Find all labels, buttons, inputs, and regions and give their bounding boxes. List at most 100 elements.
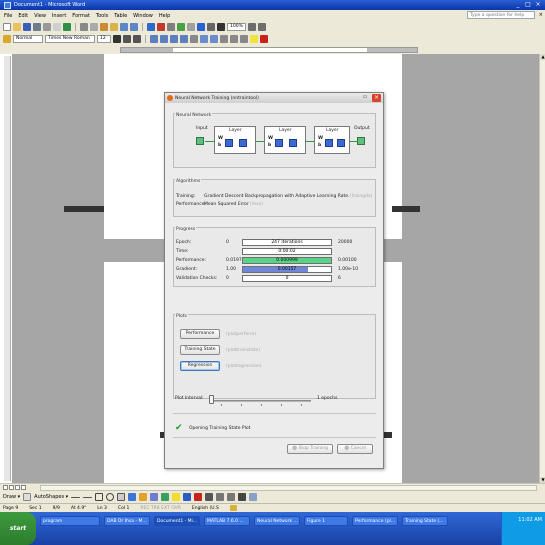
new-document-icon[interactable]: [3, 23, 11, 31]
web-view-icon[interactable]: [9, 485, 14, 490]
font-select[interactable]: Times New Roman: [45, 35, 95, 43]
menu-format[interactable]: Format: [72, 13, 90, 19]
format-painter-icon[interactable]: [110, 23, 118, 31]
outline-view-icon[interactable]: [21, 485, 26, 490]
zoom-select[interactable]: 100%: [227, 23, 246, 31]
decrease-indent-icon[interactable]: [220, 35, 228, 43]
hyperlink-icon[interactable]: [147, 23, 155, 31]
scroll-up-icon[interactable]: ▲: [540, 54, 545, 60]
start-button[interactable]: start: [0, 512, 36, 545]
menu-view[interactable]: View: [34, 13, 46, 19]
taskbar-item[interactable]: Training State (...: [402, 516, 448, 526]
save-icon[interactable]: [23, 23, 31, 31]
menu-window[interactable]: Window: [133, 13, 153, 19]
permission-icon[interactable]: [33, 23, 41, 31]
vertical-scrollbar[interactable]: ▲ ▼: [539, 54, 545, 483]
picture-icon[interactable]: [161, 493, 170, 501]
increase-indent-icon[interactable]: [230, 35, 238, 43]
oval-icon[interactable]: [106, 493, 115, 501]
clock[interactable]: 11:02 AM: [518, 517, 542, 523]
taskbar-item[interactable]: MATLAB 7.6.0 ...: [204, 516, 250, 526]
cancel-button[interactable]: ⬤ Cancel: [337, 444, 373, 454]
justify-icon[interactable]: [180, 35, 188, 43]
print-preview-icon[interactable]: [53, 23, 61, 31]
read-icon[interactable]: [257, 23, 266, 31]
3d-icon[interactable]: [249, 493, 258, 501]
open-folder-icon[interactable]: [13, 23, 21, 31]
dash-style-icon[interactable]: [216, 493, 225, 501]
text-box-icon[interactable]: [117, 493, 126, 501]
autoshapes-menu[interactable]: AutoShapes ▾: [34, 494, 68, 500]
font-color-icon[interactable]: [260, 35, 268, 43]
plot-interval-slider-thumb[interactable]: [209, 395, 214, 404]
select-objects-icon[interactable]: [23, 493, 32, 501]
print-view-icon[interactable]: [15, 485, 20, 490]
menu-tools[interactable]: Tools: [96, 13, 108, 19]
align-center-icon[interactable]: [160, 35, 168, 43]
paste-icon[interactable]: [100, 23, 108, 31]
training-state-plot-button[interactable]: Training State: [180, 345, 220, 355]
clip-art-icon[interactable]: [150, 493, 159, 501]
horizontal-ruler[interactable]: [120, 47, 418, 53]
document-map-icon[interactable]: [207, 23, 215, 31]
performance-fn[interactable]: (mse): [250, 202, 263, 207]
performance-plot-button[interactable]: Performance: [180, 329, 220, 339]
line-color-icon[interactable]: [183, 493, 192, 501]
taskbar-item[interactable]: DAB Dr Ihsa - M...: [104, 516, 150, 526]
plot-interval-slider[interactable]: [211, 400, 311, 402]
dialog-minimize-icon[interactable]: ▭: [361, 95, 369, 101]
diagram-icon[interactable]: [139, 493, 148, 501]
bullets-icon[interactable]: [210, 35, 218, 43]
style-select[interactable]: Normal: [13, 35, 43, 43]
line-spacing-icon[interactable]: [190, 35, 198, 43]
draw-font-color-icon[interactable]: [194, 493, 203, 501]
menu-file[interactable]: File: [4, 13, 12, 19]
underline-icon[interactable]: [133, 35, 141, 43]
font-size-select[interactable]: 12: [97, 35, 111, 43]
stop-training-button[interactable]: ⬤ Stop Training: [287, 444, 333, 454]
spelling-icon[interactable]: [63, 23, 71, 31]
help-search-input[interactable]: Type a question for help: [467, 11, 535, 19]
wordart-icon[interactable]: [128, 493, 137, 501]
menu-edit[interactable]: Edit: [18, 13, 28, 19]
taskbar-item[interactable]: Performance (pl...: [352, 516, 398, 526]
menu-table[interactable]: Table: [114, 13, 127, 19]
numbering-icon[interactable]: [200, 35, 208, 43]
insert-table-icon[interactable]: [167, 23, 175, 31]
line-icon[interactable]: [71, 496, 81, 498]
training-fn[interactable]: (traingdx): [350, 194, 372, 199]
dialog-close-icon[interactable]: ×: [372, 94, 381, 102]
status-modes[interactable]: REC TRK EXT OVR: [140, 506, 181, 511]
italic-icon[interactable]: [123, 35, 131, 43]
normal-view-icon[interactable]: [3, 485, 8, 490]
help-icon[interactable]: [247, 23, 256, 31]
print-icon[interactable]: [43, 23, 51, 31]
taskbar-item[interactable]: Figure 1: [304, 516, 348, 526]
arrow-icon[interactable]: [83, 496, 93, 498]
borders-icon[interactable]: [240, 35, 248, 43]
fill-color-icon[interactable]: [172, 493, 181, 501]
menu-insert[interactable]: Insert: [52, 13, 66, 19]
draw-menu[interactable]: Draw ▾: [3, 494, 20, 500]
arrow-style-icon[interactable]: [227, 493, 236, 501]
align-left-icon[interactable]: [150, 35, 158, 43]
redo-icon[interactable]: [130, 23, 138, 31]
rectangle-icon[interactable]: [95, 493, 104, 501]
show-hide-icon[interactable]: [217, 23, 225, 31]
regression-plot-button[interactable]: Regression: [180, 361, 220, 371]
styles-icon[interactable]: [3, 35, 11, 43]
undo-icon[interactable]: [120, 23, 128, 31]
vertical-ruler[interactable]: [4, 56, 11, 481]
columns-icon[interactable]: [187, 23, 195, 31]
menu-help[interactable]: Help: [159, 13, 170, 19]
drawing-icon[interactable]: [197, 23, 205, 31]
cut-icon[interactable]: [80, 23, 88, 31]
maximize-icon[interactable]: □: [524, 1, 532, 9]
taskbar-item[interactable]: Document1 - Mi...: [154, 516, 200, 526]
spelling-status-icon[interactable]: [229, 505, 237, 511]
tables-borders-icon[interactable]: [157, 23, 165, 31]
taskbar-item[interactable]: program: [40, 516, 100, 526]
shadow-icon[interactable]: [238, 493, 247, 501]
align-right-icon[interactable]: [170, 35, 178, 43]
close-document-icon[interactable]: ×: [539, 12, 543, 18]
